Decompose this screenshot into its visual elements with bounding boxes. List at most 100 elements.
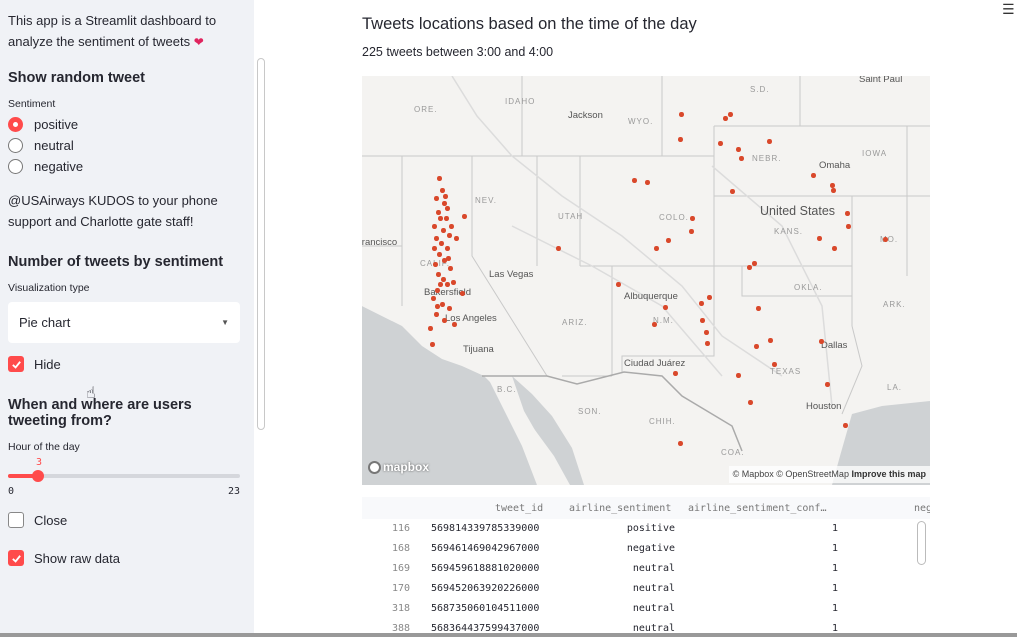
tweet-location-dot[interactable] (437, 176, 442, 181)
tweet-location-dot[interactable] (817, 236, 822, 241)
tweet-location-dot[interactable] (883, 237, 888, 242)
radio-selected-icon[interactable] (8, 117, 23, 132)
tweet-location-dot[interactable] (699, 301, 704, 306)
tweet-location-dot[interactable] (445, 246, 450, 251)
mapbox-logo[interactable]: mapbox (368, 460, 429, 474)
tweet-location-dot[interactable] (832, 246, 837, 251)
radio-unselected-icon[interactable] (8, 159, 23, 174)
tweet-location-dot[interactable] (445, 206, 450, 211)
tweet-location-dot[interactable] (446, 256, 451, 261)
tweet-location-dot[interactable] (654, 246, 659, 251)
tweet-location-dot[interactable] (652, 322, 657, 327)
tweet-location-dot[interactable] (442, 201, 447, 206)
checkbox-checked-icon[interactable] (8, 550, 24, 566)
sidebar-scrollbar[interactable] (257, 58, 265, 430)
viz-type-select[interactable]: Pie chart ▼ (8, 302, 240, 343)
chevron-down-icon[interactable]: ▼ (221, 318, 229, 327)
tweet-location-dot[interactable] (700, 318, 705, 323)
tweet-location-dot[interactable] (462, 214, 467, 219)
tweet-location-dot[interactable] (434, 312, 439, 317)
tweet-location-dot[interactable] (811, 173, 816, 178)
tweet-location-dot[interactable] (434, 196, 439, 201)
tweet-location-dot[interactable] (767, 139, 772, 144)
horizontal-scrollbar[interactable] (0, 633, 1017, 637)
tweet-location-dot[interactable] (718, 141, 723, 146)
tweet-location-dot[interactable] (730, 189, 735, 194)
tweet-location-dot[interactable] (435, 288, 440, 293)
table-row[interactable]: 168 569461469042967000 negative 1 (362, 539, 930, 559)
tweet-location-dot[interactable] (754, 344, 759, 349)
hide-checkbox-row[interactable]: Hide (8, 353, 242, 375)
tweet-location-dot[interactable] (438, 216, 443, 221)
slider-track[interactable] (8, 470, 240, 482)
tweet-location-dot[interactable] (678, 137, 683, 142)
tweet-location-dot[interactable] (454, 236, 459, 241)
tweet-location-dot[interactable] (428, 326, 433, 331)
slider-thumb[interactable] (32, 470, 45, 482)
tweet-location-dot[interactable] (460, 291, 465, 296)
tweet-location-dot[interactable] (442, 318, 447, 323)
tweet-location-dot[interactable] (632, 178, 637, 183)
tweet-location-dot[interactable] (443, 194, 448, 199)
improve-map-link[interactable]: Improve this map (851, 469, 926, 479)
raw-data-table[interactable]: tweet_id airline_sentiment airline_senti… (362, 497, 930, 637)
tweet-location-dot[interactable] (447, 306, 452, 311)
tweet-location-dot[interactable] (432, 246, 437, 251)
tweet-location-dot[interactable] (449, 224, 454, 229)
tweet-location-dot[interactable] (432, 224, 437, 229)
hour-slider[interactable]: 3 0 23 (8, 457, 242, 497)
tweet-location-dot[interactable] (440, 188, 445, 193)
tweet-location-dot[interactable] (445, 282, 450, 287)
tweet-location-dot[interactable] (436, 210, 441, 215)
radio-neutral[interactable]: neutral (8, 135, 242, 156)
tweet-location-dot[interactable] (768, 338, 773, 343)
tweet-location-dot[interactable] (707, 295, 712, 300)
tweet-location-dot[interactable] (736, 373, 741, 378)
tweet-location-dot[interactable] (430, 342, 435, 347)
tweet-location-map[interactable]: ORE. IDAHO WYO. NEBR. IOWA NEV. UTAH COL… (362, 76, 930, 485)
close-checkbox-row[interactable]: Close (8, 509, 242, 531)
table-scrollbar[interactable] (917, 521, 926, 565)
tweet-location-dot[interactable] (440, 302, 445, 307)
attribution-text[interactable]: © Mapbox © OpenStreetMap (733, 469, 849, 479)
tweet-location-dot[interactable] (441, 277, 446, 282)
radio-unselected-icon[interactable] (8, 138, 23, 153)
tweet-location-dot[interactable] (673, 371, 678, 376)
table-row[interactable]: 116 569814339785339000 positive 1 (362, 519, 930, 539)
tweet-location-dot[interactable] (666, 238, 671, 243)
tweet-location-dot[interactable] (690, 216, 695, 221)
tweet-location-dot[interactable] (451, 280, 456, 285)
tweet-location-dot[interactable] (846, 224, 851, 229)
table-row[interactable]: 318 568735060104511000 neutral 1 (362, 599, 930, 619)
tweet-location-dot[interactable] (845, 211, 850, 216)
tweet-location-dot[interactable] (728, 112, 733, 117)
tweet-location-dot[interactable] (772, 362, 777, 367)
tweet-location-dot[interactable] (436, 272, 441, 277)
tweet-location-dot[interactable] (843, 423, 848, 428)
table-row[interactable]: 170 569452063920226000 neutral 1 (362, 579, 930, 599)
tweet-location-dot[interactable] (433, 262, 438, 267)
tweet-location-dot[interactable] (438, 282, 443, 287)
tweet-location-dot[interactable] (448, 266, 453, 271)
tweet-location-dot[interactable] (752, 261, 757, 266)
radio-positive[interactable]: positive (8, 114, 242, 135)
tweet-location-dot[interactable] (704, 330, 709, 335)
tweet-location-dot[interactable] (689, 229, 694, 234)
column-header[interactable]: airline_sentiment_conf… (688, 503, 826, 514)
tweet-location-dot[interactable] (441, 228, 446, 233)
tweet-location-dot[interactable] (748, 400, 753, 405)
tweet-location-dot[interactable] (447, 233, 452, 238)
tweet-location-dot[interactable] (645, 180, 650, 185)
table-row[interactable]: 169 569459618881020000 neutral 1 (362, 559, 930, 579)
tweet-location-dot[interactable] (736, 147, 741, 152)
column-header[interactable]: neg (914, 503, 930, 514)
raw-data-checkbox-row[interactable]: Show raw data (8, 547, 242, 569)
tweet-location-dot[interactable] (431, 296, 436, 301)
tweet-location-dot[interactable] (434, 236, 439, 241)
tweet-location-dot[interactable] (825, 382, 830, 387)
tweet-location-dot[interactable] (452, 322, 457, 327)
hamburger-menu-icon[interactable]: ☰ (1002, 1, 1015, 18)
column-header[interactable]: tweet_id (495, 503, 543, 514)
tweet-location-dot[interactable] (747, 265, 752, 270)
tweet-location-dot[interactable] (819, 339, 824, 344)
